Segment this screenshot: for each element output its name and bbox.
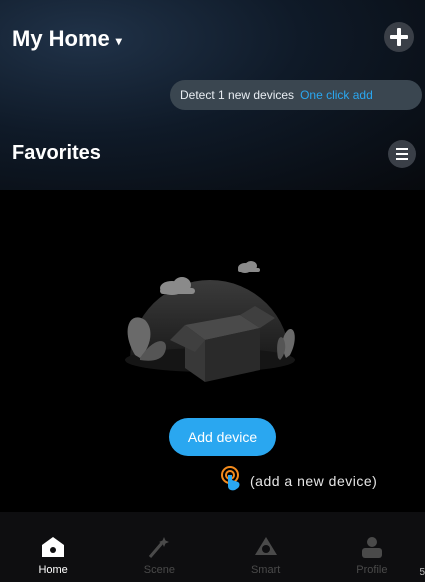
edge-mark: 5 [419, 567, 425, 578]
tab-profile[interactable]: Profile [319, 512, 425, 582]
profile-icon [357, 534, 387, 560]
tab-profile-label: Profile [356, 564, 388, 576]
menu-icon [396, 148, 408, 150]
tap-hand-icon [221, 466, 240, 491]
app-screen: My Home ▾ Detect 1 new devices One click… [0, 0, 425, 582]
tab-home[interactable]: Home [0, 512, 106, 582]
magic-wand-icon [144, 534, 174, 560]
tab-smart-label: Smart [250, 564, 281, 576]
add-button[interactable] [384, 22, 414, 52]
shapes-icon [251, 534, 281, 560]
one-click-add-link[interactable]: One click add [300, 88, 373, 102]
menu-icon-line [396, 153, 408, 155]
detect-devices-banner[interactable]: Detect 1 new devices One click add [170, 80, 422, 110]
tab-scene-label: Scene [143, 564, 175, 576]
bottom-tab-bar: Home Scene Smart Profile 5 [0, 512, 425, 582]
menu-icon-line [396, 158, 408, 160]
tab-scene[interactable]: Scene [106, 512, 212, 582]
add-device-button[interactable]: Add device [169, 418, 276, 456]
favorites-title: Favorites [12, 142, 101, 164]
plus-icon-vertical [397, 28, 401, 46]
add-device-hint: (add a new device) [250, 473, 378, 489]
empty-state-illustration [125, 261, 295, 382]
favorites-menu-button[interactable] [388, 140, 416, 168]
caret-down-icon: ▾ [115, 33, 122, 48]
home-title: My Home [12, 26, 110, 51]
home-icon [38, 534, 68, 560]
tab-home-label: Home [38, 564, 68, 576]
home-selector[interactable]: My Home ▾ [12, 26, 122, 52]
tab-smart[interactable]: Smart [213, 512, 319, 582]
detect-text: Detect 1 new devices [180, 88, 295, 102]
